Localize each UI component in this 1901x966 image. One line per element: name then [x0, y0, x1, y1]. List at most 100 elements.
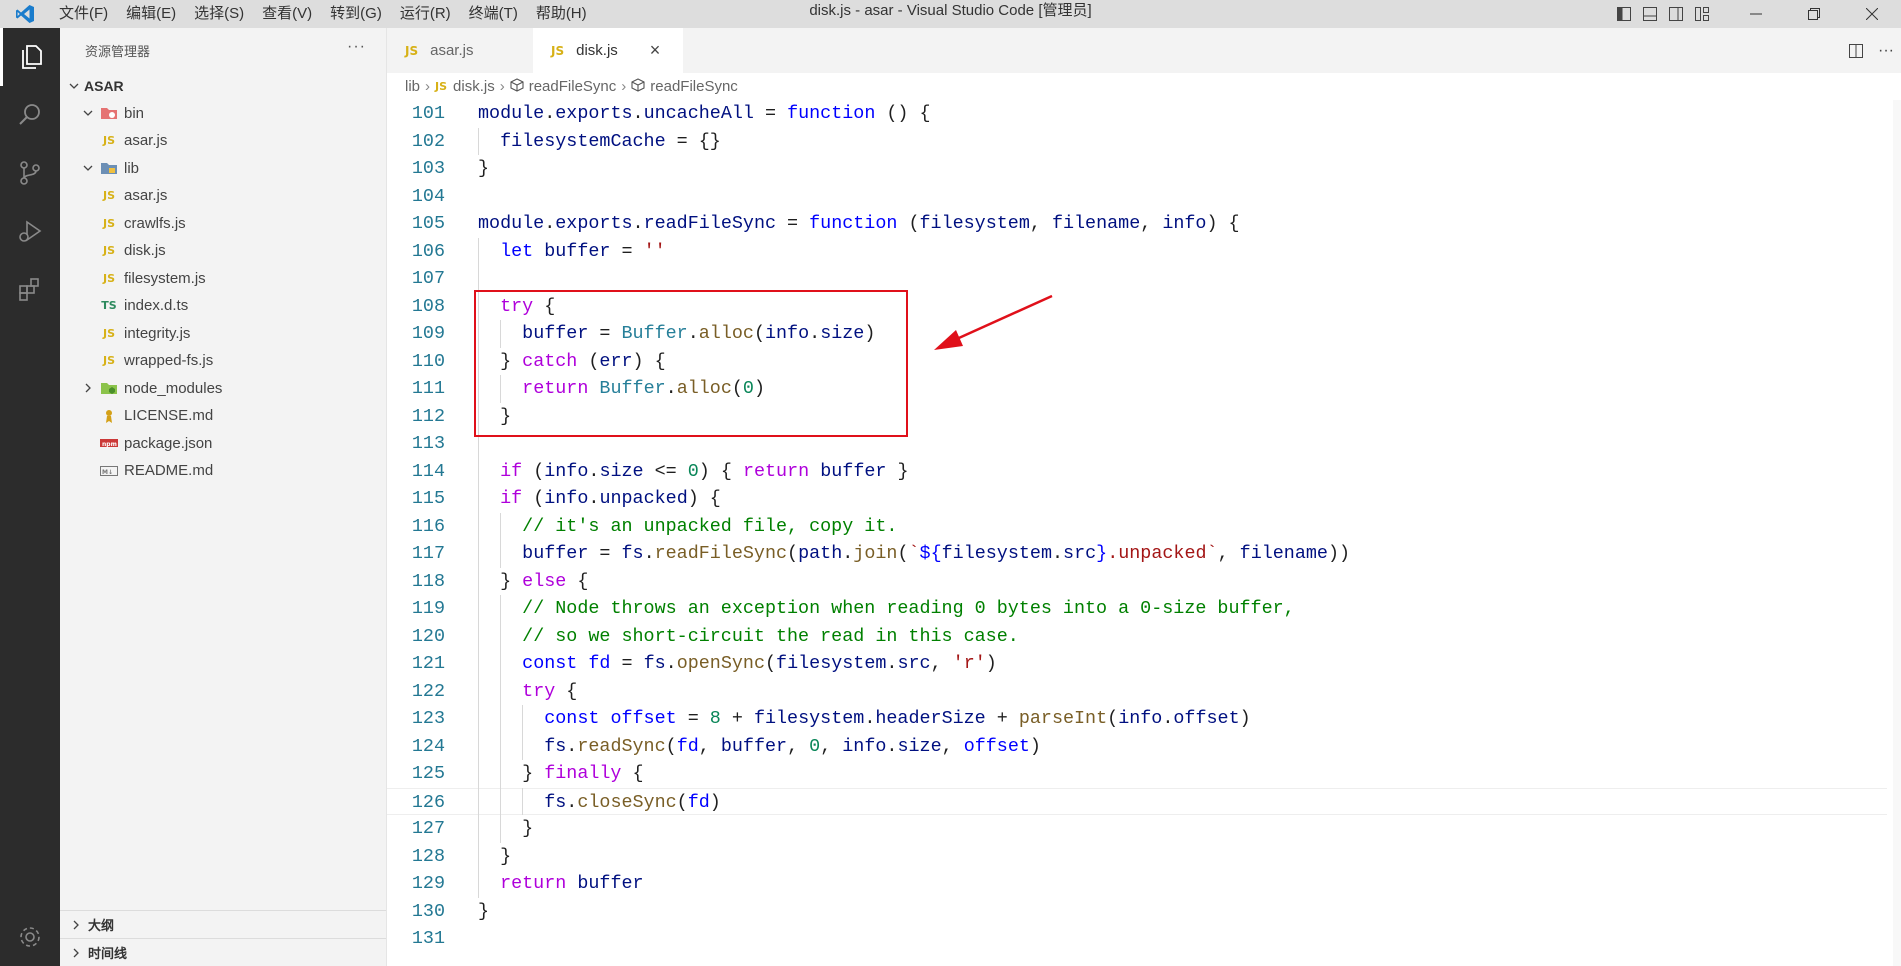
code-line[interactable]: 127 }	[387, 815, 1887, 843]
code-line[interactable]: 104	[387, 183, 1887, 211]
menu-item[interactable]: 查看(V)	[253, 0, 321, 28]
code-line[interactable]: 126 fs.closeSync(fd)	[387, 787, 1887, 815]
close-tab-icon[interactable]: ×	[650, 40, 661, 61]
method-cube-icon	[510, 78, 524, 95]
line-number: 108	[411, 295, 445, 317]
code-line[interactable]: 120 // so we short-circuit the read in t…	[387, 623, 1887, 651]
code-line[interactable]: 114 if (info.size <= 0) { return buffer …	[387, 458, 1887, 486]
tree-file[interactable]: JS disk.js	[60, 237, 386, 265]
extensions-icon[interactable]	[0, 260, 60, 318]
code-line[interactable]: 105 module.exports.readFileSync = functio…	[387, 210, 1887, 238]
workspace-root[interactable]: ASAR	[60, 72, 386, 100]
tree-file[interactable]: TS index.d.ts	[60, 292, 386, 320]
editor-more-actions-icon[interactable]: ···	[1871, 37, 1901, 65]
code-line[interactable]: 103}	[387, 155, 1887, 183]
code-line[interactable]: 116 // it's an unpacked file, copy it.	[387, 513, 1887, 541]
breadcrumb-symbol[interactable]: readFileSync	[650, 78, 738, 95]
tree-folder[interactable]: bin	[60, 100, 386, 128]
menu-item[interactable]: 运行(R)	[391, 0, 460, 28]
toggle-secondary-sidebar-icon[interactable]	[1663, 0, 1689, 28]
menu-item[interactable]: 帮助(H)	[527, 0, 596, 28]
code-line[interactable]: 102 filesystemCache = {}	[387, 128, 1887, 156]
line-number: 112	[411, 405, 445, 427]
toggle-panel-icon[interactable]	[1637, 0, 1663, 28]
line-number: 101	[411, 103, 445, 124]
chevron-right-icon	[80, 382, 96, 394]
code-token: <=	[643, 460, 688, 482]
code-line[interactable]: 119 // Node throws an exception when rea…	[387, 595, 1887, 623]
code-line[interactable]: 117 buffer = fs.readFileSync(path.join(`…	[387, 540, 1887, 568]
code-line[interactable]: 107	[387, 265, 1887, 293]
svg-text:M↓: M↓	[102, 469, 113, 476]
more-actions-icon[interactable]: ···	[347, 38, 366, 56]
code-line[interactable]: 121 const fd = fs.openSync(filesystem.sr…	[387, 650, 1887, 678]
editor-scrollbar[interactable]	[1893, 100, 1901, 966]
tree-folder[interactable]: node_modules	[60, 375, 386, 403]
tab-asar-js[interactable]: JS asar.js	[387, 28, 533, 73]
close-window-icon[interactable]	[1843, 0, 1901, 28]
menu-item[interactable]: 终端(T)	[460, 0, 527, 28]
minimize-icon[interactable]	[1727, 0, 1785, 28]
folder-icon	[98, 160, 120, 176]
code-token: (	[522, 488, 545, 509]
tree-file[interactable]: npm package.json	[60, 430, 386, 458]
code-line[interactable]: 129 return buffer	[387, 870, 1887, 898]
breadcrumb-file[interactable]: disk.js	[453, 78, 495, 95]
restore-icon[interactable]	[1785, 0, 1843, 28]
settings-gear-icon[interactable]	[0, 908, 60, 966]
tree-file[interactable]: JS integrity.js	[60, 320, 386, 348]
tree-file[interactable]: LICENSE.md	[60, 402, 386, 430]
code-token: filesystem	[919, 213, 1030, 234]
tree-file[interactable]: JS asar.js	[60, 182, 386, 210]
code-line[interactable]: 125 } finally {	[387, 760, 1887, 788]
run-debug-icon[interactable]	[0, 202, 60, 260]
code-token: parseInt	[1018, 708, 1108, 729]
line-number: 105	[411, 213, 445, 234]
code-token: offset	[1173, 708, 1240, 729]
tab-disk-js[interactable]: JS disk.js ×	[533, 28, 683, 73]
tree-file[interactable]: JS wrapped-fs.js	[60, 347, 386, 375]
code-line[interactable]: 122 try {	[387, 678, 1887, 706]
split-editor-icon[interactable]	[1841, 37, 1871, 65]
code-token: .	[632, 103, 644, 124]
line-number: 109	[411, 323, 445, 344]
menu-item[interactable]: 编辑(E)	[117, 0, 185, 28]
breadcrumb-symbol[interactable]: readFileSync	[529, 78, 617, 95]
code-token: (	[897, 543, 909, 564]
timeline-panel-header[interactable]: 时间线	[60, 938, 386, 966]
line-number: 128	[411, 845, 445, 867]
toggle-primary-sidebar-icon[interactable]	[1611, 0, 1637, 28]
breadcrumb-folder[interactable]: lib	[405, 78, 420, 95]
code-token: ,	[930, 653, 953, 674]
js-file-icon: JS	[102, 326, 115, 340]
code-line[interactable]: 101 module.exports.uncacheAll = function …	[387, 100, 1887, 128]
code-editor[interactable]: 101 module.exports.uncacheAll = function …	[387, 100, 1901, 966]
explorer-header: 资源管理器 ···	[60, 28, 386, 72]
tree-file[interactable]: JS filesystem.js	[60, 265, 386, 293]
outline-panel-header[interactable]: 大纲	[60, 910, 386, 938]
tree-folder[interactable]: lib	[60, 155, 386, 183]
code-text: } finally {	[478, 760, 643, 788]
code-line[interactable]: 124 fs.readSync(fd, buffer, 0, info.size…	[387, 733, 1887, 761]
tree-file[interactable]: JS crawlfs.js	[60, 210, 386, 238]
indent-guide	[522, 787, 524, 815]
code-line[interactable]: 106 let buffer = ''	[387, 238, 1887, 266]
code-line[interactable]: 118 } else {	[387, 568, 1887, 596]
code-line[interactable]: 128 }	[387, 843, 1887, 871]
tree-file[interactable]: M↓ README.md	[60, 457, 386, 485]
menu-item[interactable]: 文件(F)	[50, 0, 117, 28]
explorer-icon[interactable]	[0, 28, 60, 86]
code-line[interactable]: 123 const offset = 8 + filesystem.header…	[387, 705, 1887, 733]
search-icon[interactable]	[0, 86, 60, 144]
code-line[interactable]: 115 if (info.unpacked) {	[387, 485, 1887, 513]
customize-layout-icon[interactable]	[1689, 0, 1715, 28]
menu-item[interactable]: 转到(G)	[321, 0, 391, 28]
code-token: }	[478, 845, 512, 867]
source-control-icon[interactable]	[0, 144, 60, 202]
code-token: info	[544, 488, 589, 509]
tree-file[interactable]: JS asar.js	[60, 127, 386, 155]
code-line[interactable]: 130}	[387, 898, 1887, 926]
menu-item[interactable]: 选择(S)	[185, 0, 253, 28]
code-line[interactable]: 131	[387, 925, 1887, 953]
